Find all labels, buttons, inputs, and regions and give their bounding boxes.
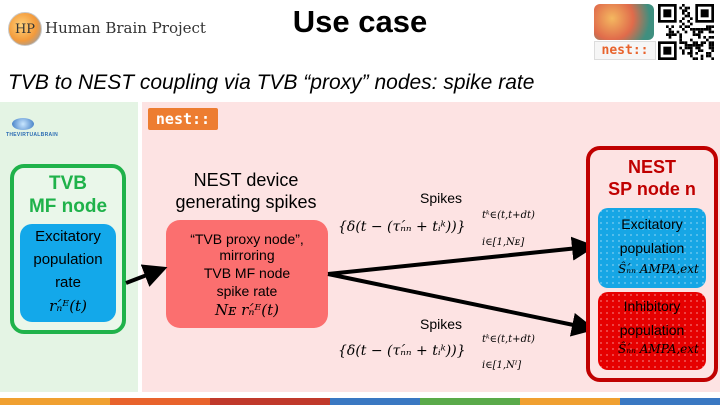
sp-title-line1: NEST [627, 157, 676, 177]
excitatory-symbol: Ŝₙ́ₙ AMPA,ext [618, 262, 699, 276]
spike-formula-bottom-sup: tᵏ∈(t,t+dt) [482, 334, 535, 345]
inhibitory-label-line: Inhibitory [623, 298, 681, 314]
sp-title-line2: SP node n [608, 179, 696, 199]
excitatory-label-line: Excitatory [621, 216, 683, 232]
arrow-proxy-to-excitatory [327, 236, 596, 276]
inhibitory-label-line: population [619, 322, 685, 338]
arrow-mf-to-proxy [125, 264, 168, 287]
nest-sp-node-title: NEST SP node n [586, 156, 718, 200]
spike-formula-top-sup: tᵏ∈(t,t+dt) [482, 210, 535, 221]
spike-formula-bottom: {δ(t − (τₙ́ₙ + tᵢᵏ))} [338, 343, 466, 359]
spike-formula-top-sub: i∈[1,Nᴇ] [482, 237, 525, 248]
spike-formula-top: {δ(t − (τₙ́ₙ + tᵢᵏ))} [338, 219, 466, 235]
spikes-label-top: Spikes [420, 190, 463, 206]
bottom-color-strip [0, 398, 720, 405]
spike-formula-bottom-sub: i∈[1,Nᴵ] [482, 360, 522, 371]
excitatory-label-line: population [619, 240, 685, 256]
inhibitory-symbol: Ŝₙ́ₙ AMPA,ext [618, 342, 699, 356]
spikes-label-bottom: Spikes [420, 316, 463, 332]
